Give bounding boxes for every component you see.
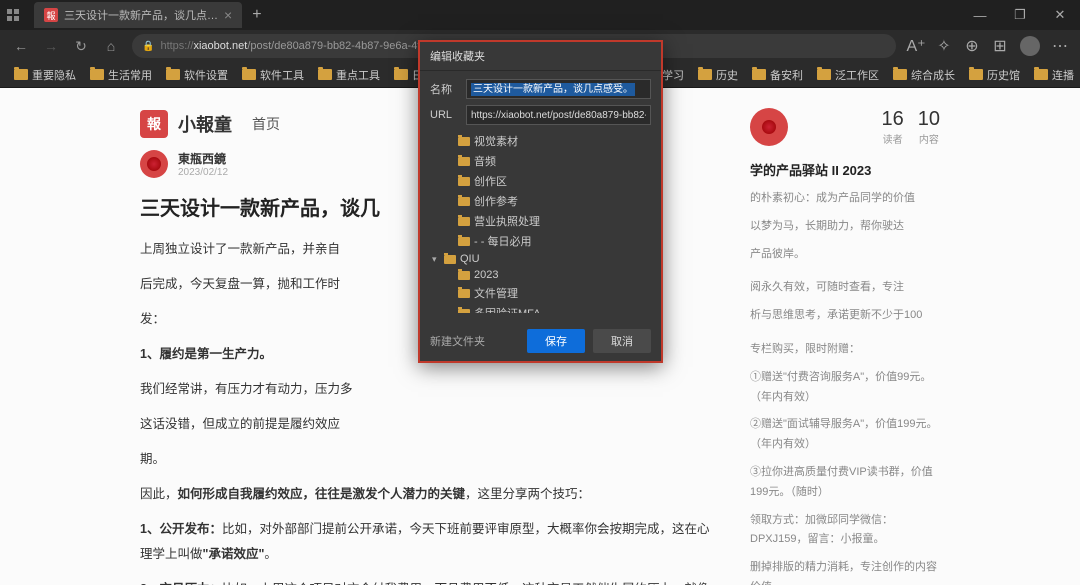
extensions-icon[interactable]: ⊞ xyxy=(988,34,1012,58)
sidebar-avatar-icon[interactable] xyxy=(742,100,796,154)
window-controls: — ❐ ✕ xyxy=(960,0,1080,30)
dialog-title: 编辑收藏夹 xyxy=(420,42,661,71)
bookmark-folder[interactable]: 连播 xyxy=(1028,64,1080,86)
browser-menu-icon[interactable] xyxy=(6,8,20,22)
bookmark-folder[interactable]: 生活常用 xyxy=(84,64,158,86)
folder-icon xyxy=(458,289,470,298)
tree-item[interactable]: - - 每日必用 xyxy=(430,231,651,251)
minimize-button[interactable]: — xyxy=(960,0,1000,30)
tree-item[interactable]: 多因验证MFA xyxy=(430,303,651,313)
folder-icon xyxy=(458,177,470,186)
new-tab-button[interactable]: + xyxy=(242,6,271,24)
collapse-icon[interactable]: ▾ xyxy=(432,254,440,265)
stat-contents: 10 xyxy=(918,108,940,131)
author-name[interactable]: 東瓶西鏡 xyxy=(178,150,228,167)
titlebar: 報 三天设计一款新产品，谈几点… × + — ❐ ✕ xyxy=(0,0,1080,30)
stat-readers: 16 xyxy=(882,108,904,131)
collections-icon[interactable]: ⊕ xyxy=(960,34,984,58)
sidebar-title: 学的产品驿站 II 2023 xyxy=(750,160,940,179)
bookmark-folder[interactable]: 重点工具 xyxy=(312,64,386,86)
stats: 16读者 10内容 xyxy=(882,108,941,146)
folder-icon xyxy=(458,309,470,314)
browser-tab[interactable]: 報 三天设计一款新产品，谈几点… × xyxy=(34,2,242,28)
read-mode-icon[interactable]: A⁺ xyxy=(904,34,928,58)
folder-icon xyxy=(698,69,712,80)
tab-title: 三天设计一款新产品，谈几点… xyxy=(64,7,218,23)
forward-button[interactable]: → xyxy=(38,33,64,59)
url-input[interactable] xyxy=(466,105,651,125)
author-avatar-icon[interactable] xyxy=(134,144,174,184)
folder-icon xyxy=(318,69,332,80)
post-date: 2023/02/12 xyxy=(178,167,228,178)
user-avatar[interactable] xyxy=(1020,36,1040,56)
tree-item[interactable]: 文件管理 xyxy=(430,283,651,303)
tab-favicon-icon: 報 xyxy=(44,8,58,22)
home-link[interactable]: 首页 xyxy=(252,114,280,134)
name-input[interactable]: 三天设计一款新产品，谈几点感受。 xyxy=(466,79,651,99)
bookmark-folder[interactable]: 软件工具 xyxy=(236,64,310,86)
sidebar: 16读者 10内容 学的产品驿站 II 2023 的朴素初心：成为产品同学的价值… xyxy=(750,98,940,585)
tree-item[interactable]: 视觉素材 xyxy=(430,131,651,151)
tree-item[interactable]: ▾QIU xyxy=(430,251,651,267)
close-window-button[interactable]: ✕ xyxy=(1040,0,1080,30)
bookmark-folder[interactable]: 备安利 xyxy=(746,64,809,86)
folder-icon xyxy=(394,69,408,80)
bookmark-folder[interactable]: 综合成长 xyxy=(887,64,961,86)
favorite-icon[interactable]: ✧ xyxy=(932,34,956,58)
tree-item[interactable]: 创作参考 xyxy=(430,191,651,211)
folder-icon xyxy=(458,137,470,146)
folder-icon xyxy=(14,69,28,80)
edit-bookmark-dialog: 编辑收藏夹 名称 三天设计一款新产品，谈几点感受。 URL 视觉素材 音频 创作… xyxy=(418,40,663,363)
tree-item[interactable]: 创作区 xyxy=(430,171,651,191)
cancel-button[interactable]: 取消 xyxy=(593,329,651,353)
maximize-button[interactable]: ❐ xyxy=(1000,0,1040,30)
bookmark-folder[interactable]: 历史 xyxy=(692,64,744,86)
new-folder-button[interactable]: 新建文件夹 xyxy=(430,333,485,349)
folder-icon xyxy=(817,69,831,80)
name-label: 名称 xyxy=(430,81,458,97)
folder-icon xyxy=(752,69,766,80)
bookmark-folder[interactable]: 历史馆 xyxy=(963,64,1026,86)
folder-icon xyxy=(458,197,470,206)
site-logo-icon[interactable]: 報 xyxy=(140,110,168,138)
home-button[interactable]: ⌂ xyxy=(98,33,124,59)
section-heading: 1、履约是第一生产力。 xyxy=(140,347,272,361)
folder-icon xyxy=(969,69,983,80)
folder-icon xyxy=(458,271,470,280)
bookmark-folder[interactable]: 重要隐私 xyxy=(8,64,82,86)
folder-icon xyxy=(458,217,470,226)
bookmark-folder[interactable]: 泛工作区 xyxy=(811,64,885,86)
back-button[interactable]: ← xyxy=(8,33,34,59)
more-icon[interactable]: ⋯ xyxy=(1048,34,1072,58)
folder-icon xyxy=(893,69,907,80)
tab-group: 報 三天设计一款新产品，谈几点… × + xyxy=(34,2,272,28)
folder-icon xyxy=(242,69,256,80)
folder-icon xyxy=(444,255,456,264)
lock-icon: 🔒 xyxy=(142,41,154,52)
url-scheme: https:// xyxy=(160,40,193,52)
url-domain: xiaobot.net xyxy=(193,40,247,52)
tree-item[interactable]: 2023 xyxy=(430,267,651,283)
tree-item[interactable]: 营业执照处理 xyxy=(430,211,651,231)
site-name: 小報童 xyxy=(178,111,232,137)
folder-icon xyxy=(1034,69,1048,80)
tree-item[interactable]: 音频 xyxy=(430,151,651,171)
folder-icon xyxy=(458,237,470,246)
folder-tree: 视觉素材 音频 创作区 创作参考 营业执照处理 - - 每日必用 ▾QIU 20… xyxy=(430,131,651,313)
tab-close-icon[interactable]: × xyxy=(224,7,232,23)
save-button[interactable]: 保存 xyxy=(527,329,585,353)
refresh-button[interactable]: ↻ xyxy=(68,33,94,59)
folder-icon xyxy=(90,69,104,80)
folder-icon xyxy=(166,69,180,80)
folder-icon xyxy=(458,157,470,166)
url-label: URL xyxy=(430,109,458,121)
bookmark-folder[interactable]: 软件设置 xyxy=(160,64,234,86)
